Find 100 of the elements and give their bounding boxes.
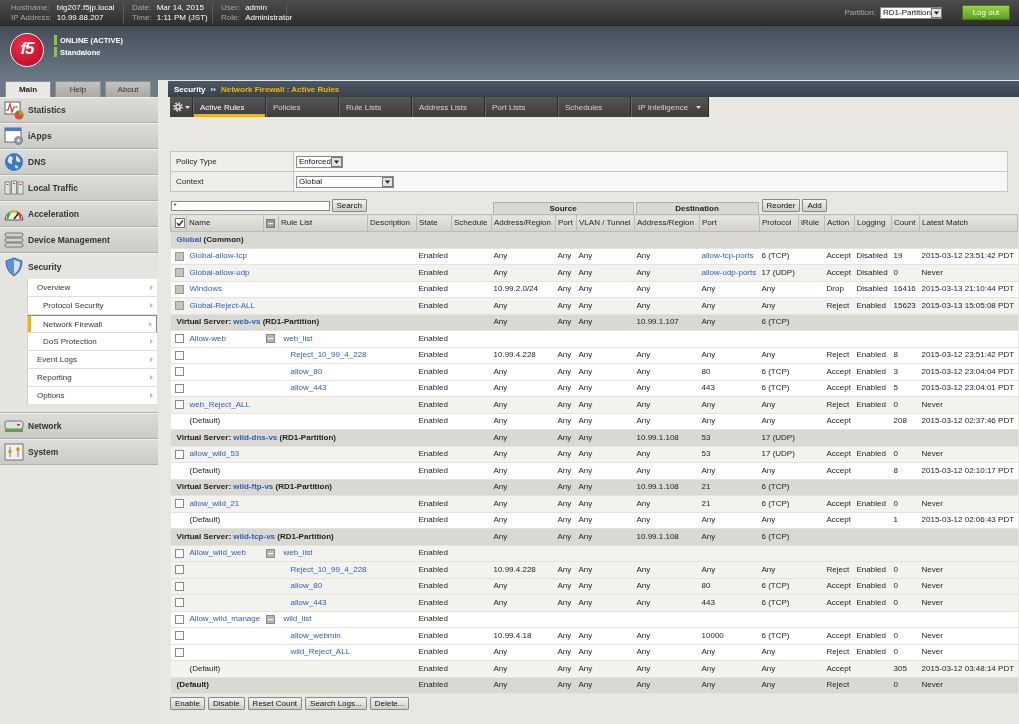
column-header: State: [416, 214, 452, 232]
line-chart-icon: [4, 100, 24, 120]
partition-label: Partition:: [844, 8, 876, 17]
nav-item[interactable]: Device Management: [0, 227, 158, 253]
column-header: Count: [891, 214, 920, 232]
action-button[interactable]: Reset Count: [247, 697, 303, 710]
column-header: Port: [555, 214, 577, 232]
submenu-item[interactable]: Overview: [27, 279, 157, 297]
row-checkbox[interactable]: [174, 581, 184, 591]
column-header: Logging: [854, 214, 892, 232]
partition-dropdown[interactable]: RD1-Partition: [880, 6, 942, 19]
submenu-item[interactable]: Reporting: [27, 369, 157, 387]
row-checkbox[interactable]: [174, 548, 184, 558]
info-label: User:: [221, 2, 241, 13]
nav-item[interactable]: Network: [0, 413, 158, 439]
checkbox-tick-icon[interactable]: [175, 218, 185, 228]
gear-menu-button[interactable]: [170, 97, 193, 117]
row-checkbox[interactable]: [174, 499, 184, 509]
toolbar-button[interactable]: Add: [802, 199, 827, 212]
toolbar-button[interactable]: Reorder: [761, 199, 801, 212]
globe-icon: [4, 152, 24, 172]
nav-item[interactable]: DNS: [0, 149, 158, 175]
sidebar-tab[interactable]: About: [105, 81, 151, 97]
nav-item[interactable]: Security: [0, 253, 158, 279]
control-panel-icon: [4, 442, 24, 462]
row-checkbox[interactable]: [174, 350, 184, 360]
nav-item[interactable]: Local Traffic: [0, 175, 158, 201]
submenu-item[interactable]: Event Logs: [27, 351, 157, 369]
row-checkbox[interactable]: [174, 565, 184, 575]
rule-list-link[interactable]: web_list: [283, 548, 313, 558]
rule-list-link[interactable]: wild_list: [283, 614, 312, 624]
filter-dropdown[interactable]: Global: [296, 175, 394, 188]
virtual-server-link[interactable]: wild-dns-vs: [233, 432, 278, 442]
filter-dropdown[interactable]: Enforced: [296, 155, 343, 168]
logo: f5: [10, 33, 44, 67]
row-checkbox[interactable]: [174, 631, 184, 641]
search-field[interactable]: *: [170, 200, 330, 211]
action-button[interactable]: Disable: [207, 697, 245, 710]
column-header: Description: [367, 214, 417, 232]
section-title: Virtual Server: wild-tcp-vs (RD1-Partition): [176, 531, 334, 541]
caret-icon: [184, 105, 190, 109]
minus-box-icon[interactable]: [266, 218, 275, 228]
chevron-icon: [150, 285, 153, 290]
minus-box-icon[interactable]: [265, 548, 275, 558]
info-label: Hostname:: [11, 2, 51, 13]
action-button[interactable]: Delete...: [369, 697, 410, 710]
chevron-icon: [150, 339, 153, 344]
section-title: Virtual Server: wild-ftp-vs (RD1-Partition): [176, 482, 332, 492]
chevron-icon: [149, 321, 152, 327]
sidebar-tab[interactable]: Main: [5, 81, 51, 97]
virtual-server-link[interactable]: wild-tcp-vs: [233, 531, 276, 541]
tab[interactable]: Active Rules: [193, 97, 266, 117]
column-header: Protocol: [759, 214, 799, 232]
minus-box-icon[interactable]: [265, 334, 275, 344]
submenu-item[interactable]: DoS Protection: [27, 333, 157, 351]
breadcrumb-separator: ››: [210, 84, 216, 94]
chevron-icon: [150, 303, 153, 308]
info-value: Mar 14, 2015: [156, 2, 205, 13]
nav-item[interactable]: Statistics: [0, 97, 158, 123]
action-button[interactable]: Search Logs...: [305, 697, 367, 710]
nav-item[interactable]: System: [0, 439, 158, 465]
tab[interactable]: Address Lists: [412, 97, 485, 117]
settings-icon: [172, 102, 183, 112]
tab[interactable]: IP Intelligence: [631, 97, 710, 117]
caret-icon: [331, 156, 343, 167]
info-label: IP Address:: [11, 12, 52, 23]
row-checkbox[interactable]: [174, 334, 184, 344]
tab[interactable]: Port Lists: [485, 97, 558, 117]
tab[interactable]: Schedules: [558, 97, 631, 117]
row-checkbox[interactable]: [174, 598, 184, 608]
shield-icon: [4, 256, 24, 277]
virtual-server-link[interactable]: web-vs: [233, 317, 261, 327]
chevron-icon: [150, 357, 153, 362]
column-header: Port: [699, 214, 760, 232]
virtual-server-link[interactable]: wild-ftp-vs: [233, 482, 274, 492]
info-value: 1:11 PM (JST): [156, 12, 208, 23]
tab[interactable]: Rule Lists: [339, 97, 412, 117]
row-checkbox[interactable]: [174, 614, 184, 624]
column-header: VLAN / Tunnel: [576, 214, 635, 232]
row-checkbox[interactable]: [174, 647, 184, 657]
action-button[interactable]: Enable: [170, 697, 205, 710]
nav-item[interactable]: iApps: [0, 123, 158, 149]
minus-box-icon[interactable]: [265, 614, 275, 624]
search-button[interactable]: Search: [331, 199, 367, 212]
sidebar-tab[interactable]: Help: [55, 81, 101, 97]
row-checkbox[interactable]: [174, 383, 184, 393]
column-header: Latest Match: [919, 214, 1018, 232]
column-group-header: Source: [492, 202, 634, 214]
nav-item[interactable]: Acceleration: [0, 201, 158, 227]
row-checkbox[interactable]: [174, 449, 184, 459]
submenu-item[interactable]: Options: [27, 387, 157, 405]
tab[interactable]: Policies: [266, 97, 339, 117]
server-boxes-icon: [4, 178, 24, 198]
info-value: big207.f5jp.local: [56, 2, 115, 13]
row-checkbox[interactable]: [174, 367, 184, 377]
submenu-item[interactable]: Protocol Security: [27, 297, 157, 315]
submenu-item[interactable]: Network Firewall: [27, 315, 157, 333]
rule-list-link[interactable]: web_list: [283, 333, 313, 343]
context-link[interactable]: Global: [176, 234, 202, 244]
row-checkbox[interactable]: [174, 400, 184, 410]
